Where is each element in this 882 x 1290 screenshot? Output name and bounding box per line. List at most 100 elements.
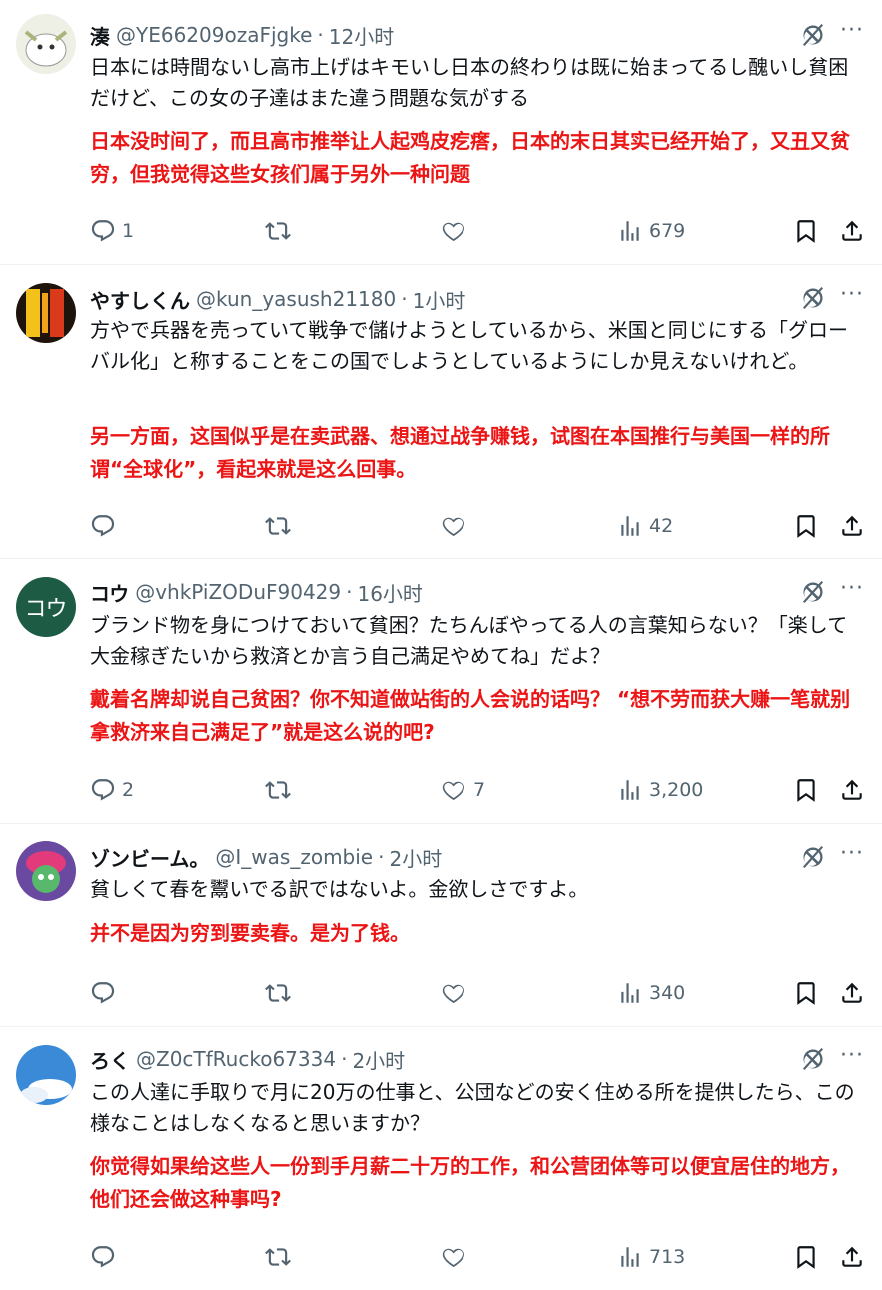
view-count: 42 — [649, 515, 674, 537]
avatar[interactable] — [16, 283, 76, 343]
more-options-icon[interactable]: ··· — [838, 578, 866, 606]
timestamp[interactable]: 2小时 — [389, 843, 442, 872]
tweet[interactable]: ゾンビーム。 @I_was_zombie · 2小时 ··· 貧しくて春を鬻いで… — [0, 824, 882, 1027]
retweet-button[interactable] — [265, 510, 291, 542]
bookmark-icon — [793, 513, 819, 539]
bookmark-button[interactable] — [793, 774, 819, 806]
separator: · — [401, 287, 408, 311]
like-button[interactable] — [441, 977, 473, 1009]
reply-icon — [90, 218, 116, 244]
like-icon — [441, 980, 467, 1006]
avatar-image — [16, 841, 76, 901]
display-name[interactable]: やすしくん — [90, 285, 190, 314]
retweet-button[interactable] — [265, 977, 291, 1009]
timestamp[interactable]: 16小时 — [357, 578, 422, 607]
tweet-text-japanese: ブランド物を身につけておいて貧困？たちんぼやってる人の言葉知らない？「楽して大金… — [90, 613, 848, 668]
reply-count: 2 — [122, 779, 135, 801]
like-icon — [441, 777, 467, 803]
avatar[interactable] — [16, 841, 76, 901]
tweet-header: コウ @vhkPiZODuF90429 · 16小时 — [90, 577, 423, 607]
retweet-icon — [265, 980, 291, 1006]
display-name[interactable]: 湊 — [90, 21, 110, 50]
avatar[interactable]: コウ — [16, 577, 76, 637]
avatar[interactable] — [16, 1045, 76, 1105]
user-handle[interactable]: @kun_yasush21180 — [196, 287, 396, 311]
tweet[interactable]: ろく @Z0cTfRucko67334 · 2小时 ··· この人達に手取りで月… — [0, 1027, 882, 1290]
like-button[interactable]: 7 — [441, 774, 485, 806]
retweet-button[interactable] — [265, 774, 291, 806]
user-handle[interactable]: @I_was_zombie — [215, 845, 373, 869]
tweet-text-japanese: 方やで兵器を売っていて戦争で儲けようとしているから、米国と同じにする「グローバル… — [90, 318, 848, 373]
views-icon — [617, 980, 643, 1006]
share-button[interactable] — [839, 1241, 865, 1273]
share-icon — [839, 513, 865, 539]
grok-icon[interactable] — [800, 22, 826, 48]
views-button[interactable]: 713 — [617, 1241, 685, 1273]
tweet-translation-chinese: 另一方面，这国似乎是在卖武器、想通过战争赚钱，试图在本国推行与美国一样的所谓“全… — [90, 424, 830, 481]
action-bar: 1 679 — [0, 215, 882, 247]
display-name[interactable]: コウ — [90, 578, 129, 607]
views-button[interactable]: 42 — [617, 510, 673, 542]
retweet-button[interactable] — [265, 215, 291, 247]
views-button[interactable]: 679 — [617, 215, 685, 247]
bookmark-button[interactable] — [793, 977, 819, 1009]
reply-button[interactable]: 1 — [90, 215, 134, 247]
grok-icon[interactable] — [800, 285, 826, 311]
display-name[interactable]: ゾンビーム。 — [90, 843, 209, 872]
timestamp[interactable]: 12小时 — [329, 21, 394, 50]
reply-button[interactable] — [90, 1241, 122, 1273]
more-options-icon[interactable]: ··· — [838, 843, 866, 871]
tweet-translation-chinese: 你觉得如果给这些人一份到手月薪二十万的工作，和公营团体等可以便宜居住的地方，他们… — [90, 1154, 850, 1211]
views-button[interactable]: 340 — [617, 977, 685, 1009]
share-icon — [839, 1244, 865, 1270]
like-button[interactable] — [441, 510, 473, 542]
separator: · — [317, 23, 324, 47]
like-icon — [441, 1244, 467, 1270]
tweet-header: ろく @Z0cTfRucko67334 · 2小时 — [90, 1044, 405, 1074]
retweet-icon — [265, 1244, 291, 1270]
tweet[interactable]: やすしくん @kun_yasush21180 · 1小时 ··· 方やで兵器を売… — [0, 265, 882, 559]
more-options-icon[interactable]: ··· — [838, 20, 866, 48]
view-count: 340 — [649, 982, 686, 1004]
retweet-button[interactable] — [265, 1241, 291, 1273]
like-button[interactable] — [441, 215, 473, 247]
grok-icon[interactable] — [800, 1046, 826, 1072]
share-icon — [839, 218, 865, 244]
reply-icon — [90, 1244, 116, 1270]
more-options-icon[interactable]: ··· — [838, 1045, 866, 1073]
tweet[interactable]: 湊 @YE66209ozaFjgke · 12小时 ··· 日本には時間ないし高… — [0, 0, 882, 265]
tweet-text-japanese: 日本には時間ないし高市上げはキモいし日本の終わりは既に始まってるし醜いし貧困だけ… — [90, 55, 849, 110]
reply-button[interactable]: 2 — [90, 774, 134, 806]
share-button[interactable] — [839, 977, 865, 1009]
tweet-translation-chinese: 日本没时间了，而且高市推举让人起鸡皮疙瘩，日本的末日其实已经开始了，又丑又贫穷，… — [90, 129, 850, 186]
user-handle[interactable]: @Z0cTfRucko67334 — [136, 1047, 336, 1071]
bookmark-button[interactable] — [793, 510, 819, 542]
user-handle[interactable]: @vhkPiZODuF90429 — [135, 580, 341, 604]
reply-button[interactable] — [90, 510, 122, 542]
tweet[interactable]: コウ コウ @vhkPiZODuF90429 · 16小时 ··· ブランド物を… — [0, 559, 882, 824]
timestamp[interactable]: 1小时 — [413, 285, 466, 314]
share-button[interactable] — [839, 215, 865, 247]
bookmark-icon — [793, 1244, 819, 1270]
tweet-header: 湊 @YE66209ozaFjgke · 12小时 — [90, 20, 394, 50]
tweet-header: ゾンビーム。 @I_was_zombie · 2小时 — [90, 842, 442, 872]
avatar[interactable] — [16, 14, 76, 74]
display-name[interactable]: ろく — [90, 1045, 130, 1074]
like-button[interactable] — [441, 1241, 473, 1273]
views-button[interactable]: 3,200 — [617, 774, 703, 806]
tweet-translation-chinese: 戴着名牌却说自己贫困？你不知道做站街的人会说的话吗？ “想不劳而获大赚一笔就别拿… — [90, 687, 851, 744]
grok-icon[interactable] — [800, 579, 826, 605]
more-options-icon[interactable]: ··· — [838, 284, 866, 312]
share-button[interactable] — [839, 774, 865, 806]
reply-button[interactable] — [90, 977, 122, 1009]
grok-icon[interactable] — [800, 844, 826, 870]
timestamp[interactable]: 2小时 — [352, 1045, 405, 1074]
bookmark-icon — [793, 777, 819, 803]
user-handle[interactable]: @YE66209ozaFjgke — [116, 23, 312, 47]
share-button[interactable] — [839, 510, 865, 542]
like-icon — [441, 218, 467, 244]
bookmark-button[interactable] — [793, 1241, 819, 1273]
separator: · — [346, 580, 353, 604]
like-count: 7 — [473, 779, 486, 801]
bookmark-button[interactable] — [793, 215, 819, 247]
